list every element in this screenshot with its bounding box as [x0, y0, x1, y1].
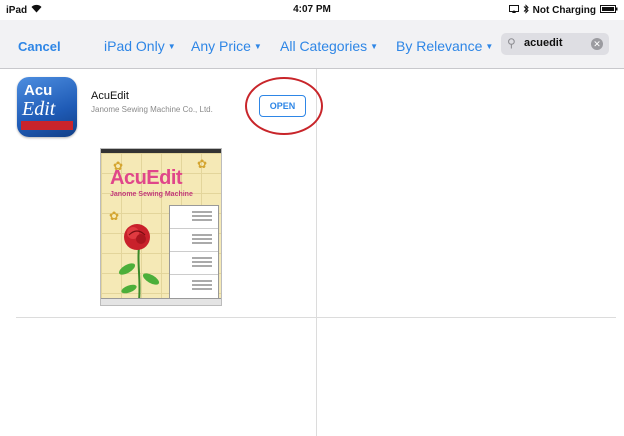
filter-label: iPad Only	[104, 38, 165, 54]
butterfly-icon: ✿	[197, 157, 208, 171]
airplay-icon	[508, 5, 519, 16]
filter-label: Any Price	[191, 38, 251, 54]
app-icon[interactable]: Acu Edit	[17, 77, 77, 137]
filter-category-dropdown[interactable]: All Categories ▼	[280, 38, 378, 54]
app-icon-text-top: Acu	[24, 82, 53, 99]
filter-device-dropdown[interactable]: iPad Only ▼	[104, 38, 176, 54]
search-query: acuedit	[524, 37, 563, 49]
column-divider	[316, 69, 317, 436]
app-icon-band	[21, 121, 73, 130]
app-icon-text-bottom: Edit	[22, 98, 56, 120]
rose-illustration	[118, 224, 160, 302]
screenshot-subtitle: Janome Sewing Machine	[110, 191, 193, 198]
caret-down-icon: ▼	[485, 42, 494, 51]
caret-down-icon: ▼	[370, 42, 379, 51]
caret-down-icon: ▼	[253, 42, 262, 51]
charging-status: Not Charging	[532, 5, 596, 16]
clear-search-icon[interactable]: ✕	[591, 38, 603, 50]
caret-down-icon: ▼	[167, 42, 176, 51]
search-input[interactable]: ⚲ acuedit ✕	[501, 33, 609, 55]
cancel-button[interactable]: Cancel	[18, 39, 61, 54]
app-name[interactable]: AcuEdit	[91, 90, 129, 102]
highlight-annotation-circle	[245, 77, 323, 135]
filter-price-dropdown[interactable]: Any Price ▼	[191, 38, 262, 54]
status-bar: iPad 4:07 PM Not Charging	[0, 0, 624, 20]
filter-label: By Relevance	[396, 38, 483, 54]
app-screenshot[interactable]: AcuEdit Janome Sewing Machine ✿ ✿ ✿	[100, 148, 222, 306]
sort-dropdown[interactable]: By Relevance ▼	[396, 38, 493, 54]
battery-icon	[600, 5, 618, 16]
app-developer[interactable]: Janome Sewing Machine Co., Ltd.	[91, 105, 241, 114]
search-icon: ⚲	[507, 36, 516, 50]
search-toolbar: Cancel iPad Only ▼ Any Price ▼ All Categor…	[0, 20, 624, 69]
bluetooth-icon	[523, 4, 529, 17]
butterfly-icon: ✿	[113, 159, 124, 173]
screenshot-side-panel	[169, 205, 219, 299]
row-divider	[16, 317, 616, 318]
filter-label: All Categories	[280, 38, 368, 54]
